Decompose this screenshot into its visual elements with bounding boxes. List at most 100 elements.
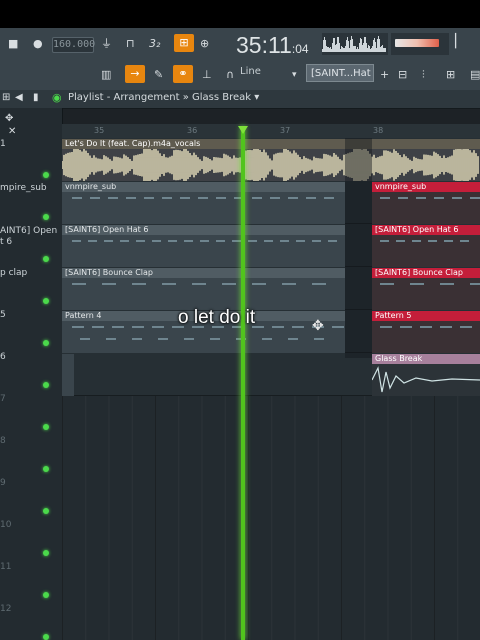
- clip-bounce-clap[interactable]: [SAINT6] Bounce Clap: [62, 268, 345, 310]
- snap-selector[interactable]: Line: [240, 66, 261, 77]
- note-dash: [132, 338, 142, 340]
- track-name[interactable]: 8: [0, 436, 6, 446]
- clip-bounce-clap[interactable]: [SAINT6] Bounce Clap: [372, 268, 480, 310]
- grid-icon[interactable]: ⊞: [2, 90, 10, 106]
- track-mute-led[interactable]: [43, 466, 49, 472]
- clip-label: Let's Do It (feat. Cap).m4a_vocals: [62, 139, 480, 149]
- clip-label: [SAINT6] Bounce Clap: [372, 268, 480, 278]
- note-dash: [288, 338, 298, 340]
- track-mute-led[interactable]: [43, 550, 49, 556]
- note-dash: [262, 338, 272, 340]
- track-mute-led[interactable]: [43, 382, 49, 388]
- track-name[interactable]: mpire_sub: [0, 183, 47, 193]
- ruler-mark: 37: [280, 126, 291, 135]
- close-icon[interactable]: ✕: [8, 124, 16, 140]
- note-dash: [184, 240, 193, 242]
- track-mute-led[interactable]: [43, 508, 49, 514]
- step-seq-icon[interactable]: ⊞: [174, 34, 194, 52]
- note-dash: [306, 197, 316, 199]
- note-dash: [470, 283, 480, 285]
- note-dash: [132, 326, 144, 328]
- track-mute-led[interactable]: [43, 298, 49, 304]
- clip-stub[interactable]: [62, 354, 74, 396]
- metronome-icon[interactable]: ⏚: [101, 36, 112, 52]
- track-mute-led[interactable]: [43, 172, 49, 178]
- clip-pattern-5[interactable]: Pattern 5: [372, 311, 480, 353]
- mixer-icon[interactable]: ⊟: [398, 67, 407, 83]
- blend-icon[interactable]: 3₂: [149, 36, 160, 52]
- song-position: 35:11:04: [236, 32, 309, 59]
- ruler-mark: 36: [187, 126, 198, 135]
- volume-meter[interactable]: [391, 33, 449, 55]
- track-mute-led[interactable]: [43, 340, 49, 346]
- note-dash: [72, 197, 82, 199]
- track-name[interactable]: 12: [0, 604, 11, 614]
- track-name[interactable]: 9: [0, 478, 6, 488]
- tempo-display[interactable]: 160.000: [52, 37, 95, 53]
- pattern-selector[interactable]: [SAINT...Hat 6: [306, 64, 374, 82]
- track-name[interactable]: p clap: [0, 268, 27, 278]
- note-dash: [106, 338, 116, 340]
- note-dash: [252, 197, 262, 199]
- track-name[interactable]: 10: [0, 520, 11, 530]
- note-dash: [104, 240, 113, 242]
- record-icon[interactable]: ●: [33, 36, 43, 52]
- browser-icon[interactable]: ▤: [470, 67, 480, 83]
- track-mute-led[interactable]: [43, 256, 49, 262]
- plus-icon[interactable]: +: [380, 67, 389, 83]
- clip-vocals[interactable]: Let's Do It (feat. Cap).m4a_vocals: [62, 139, 480, 181]
- wait-icon[interactable]: ⊓: [126, 36, 135, 52]
- note-dash: [398, 197, 408, 199]
- note-dash: [80, 338, 90, 340]
- menu-icon[interactable]: ▏: [455, 34, 465, 50]
- link-icon[interactable]: ⚭: [173, 65, 193, 83]
- loop-icon[interactable]: ⊕: [200, 36, 209, 52]
- track-name[interactable]: 5: [0, 310, 6, 320]
- track-name[interactable]: 6: [0, 352, 6, 362]
- track-name[interactable]: 7: [0, 394, 6, 404]
- track-name[interactable]: 11: [0, 562, 11, 572]
- clip-sub[interactable]: vnmpire_sub: [62, 182, 345, 224]
- playhead-marker[interactable]: [238, 126, 248, 134]
- note-dash: [92, 326, 104, 328]
- track-name[interactable]: 1: [0, 139, 6, 149]
- stop-icon[interactable]: ■: [8, 36, 18, 52]
- track-mute-led[interactable]: [43, 424, 49, 430]
- clip-label: [SAINT6] Bounce Clap: [62, 268, 345, 278]
- note-dash: [328, 240, 337, 242]
- track-name-sub: t 6: [0, 237, 13, 247]
- note-dash: [292, 326, 304, 328]
- note-dash: [324, 197, 334, 199]
- pencil-icon[interactable]: ✎: [154, 67, 163, 83]
- magnet-icon[interactable]: ∩: [226, 67, 234, 83]
- plugin-icon[interactable]: ⊞: [446, 67, 455, 83]
- playhead[interactable]: [241, 126, 245, 640]
- bars-icon[interactable]: ▮: [33, 90, 39, 106]
- clip-glass-break[interactable]: Glass Break: [372, 354, 480, 396]
- track-mute-led[interactable]: [43, 592, 49, 598]
- speaker-icon[interactable]: ◀: [15, 90, 23, 106]
- piano-icon[interactable]: ▥: [101, 67, 111, 83]
- track-mute-led[interactable]: [43, 634, 49, 640]
- playlist-title[interactable]: Playlist - Arrangement » Glass Break ▾: [68, 92, 259, 103]
- clip-open-hat[interactable]: [SAINT6] Open Hat 6: [372, 225, 480, 267]
- clip-label: Glass Break: [372, 354, 480, 364]
- arrow-icon[interactable]: →: [125, 65, 145, 83]
- clip-open-hat[interactable]: [SAINT6] Open Hat 6: [62, 225, 345, 267]
- note-dash: [198, 197, 208, 199]
- note-dash: [144, 197, 154, 199]
- note-dash: [200, 240, 209, 242]
- note-dash: [180, 197, 190, 199]
- track-mute-led[interactable]: [43, 214, 49, 220]
- timeline-ruler[interactable]: 35 36 37 38: [62, 124, 480, 139]
- note-dash: [312, 240, 321, 242]
- track-name[interactable]: AINT6] Open: [0, 226, 57, 236]
- clip-sub[interactable]: vnmpire_sub: [372, 182, 480, 224]
- stamp-icon[interactable]: ⊥: [202, 67, 212, 83]
- note-dash: [216, 240, 225, 242]
- channel-icon[interactable]: ⫶: [422, 67, 425, 83]
- note-dash: [440, 326, 452, 328]
- note-dash: [264, 240, 273, 242]
- chevron-down-icon[interactable]: ▾: [292, 67, 297, 83]
- waveform-path: [62, 149, 479, 181]
